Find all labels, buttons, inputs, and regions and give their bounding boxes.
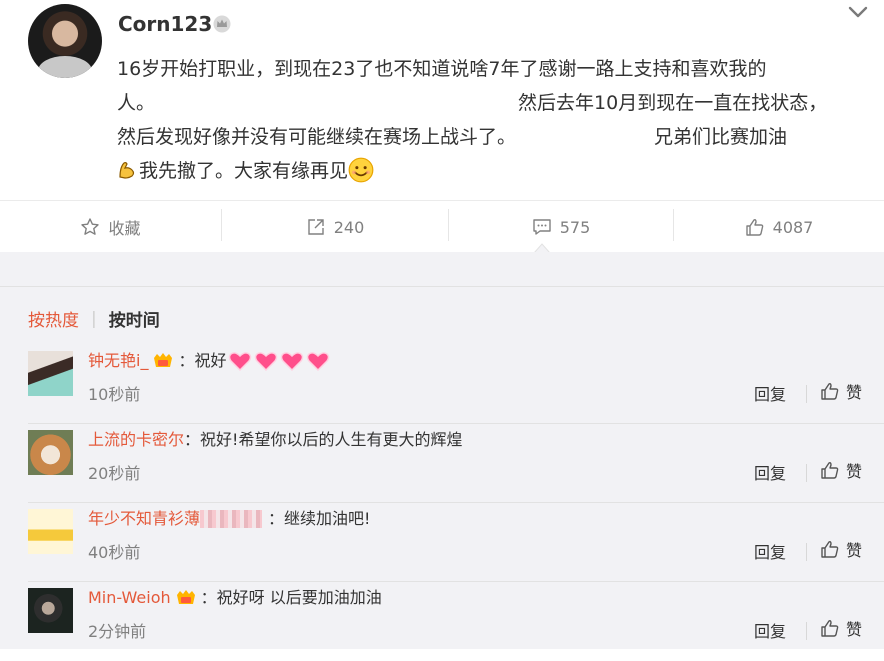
author-username[interactable]: Corn123 (118, 12, 212, 36)
comment-like-button[interactable]: 赞 (820, 537, 862, 561)
star-icon (81, 218, 100, 235)
comment-like-label: 赞 (846, 541, 863, 560)
post-text-line2a: 人。 (117, 92, 156, 114)
avatar-shirt (38, 56, 92, 78)
sort-by-hot-tab[interactable]: 按热度 (28, 306, 79, 331)
comment-colon: ： (184, 430, 201, 449)
comment-count: 575 (559, 217, 591, 237)
comment-time: 20秒前 (88, 464, 141, 483)
comment-like-button[interactable]: 赞 (820, 379, 862, 403)
sort-separator: | (91, 308, 97, 329)
comment-colon: ： (178, 351, 195, 370)
comment-content: Min-Weioh ： 祝好呀 以后要加油加油 (88, 586, 382, 610)
comment-content: 年少不知青衫薄 ： 继续加油吧! (88, 507, 370, 531)
comment-like-label: 赞 (846, 620, 863, 639)
post-text: 16岁开始打职业，到现在23了也不知道说啥7年了感谢一路上支持和喜欢我的 人。然后… (117, 52, 847, 188)
comment-icon (533, 219, 551, 235)
commenter-name[interactable]: 钟无艳i_ (88, 349, 148, 373)
sort-by-time-tab[interactable]: 按时间 (109, 306, 160, 331)
thumbs-up-icon (821, 462, 839, 479)
comment-time: 10秒前 (88, 385, 141, 404)
comment-text: 祝好 (194, 351, 227, 370)
author-avatar[interactable] (28, 4, 102, 78)
vip-badge-icon (154, 353, 173, 367)
comment-time: 40秒前 (88, 543, 141, 562)
favorite-button[interactable]: 收藏 (0, 201, 221, 253)
reply-button[interactable]: 回复 (754, 460, 786, 484)
share-button[interactable]: 240 (222, 201, 448, 253)
comment-item: 年少不知青衫薄 ： 继续加油吧! 40秒前 回复 赞 (0, 503, 884, 582)
smile-emoji-icon (348, 157, 374, 183)
commenter-avatar[interactable] (28, 509, 73, 554)
heart-emoji-icon (281, 352, 304, 372)
comment-action-divider (806, 622, 807, 640)
commenter-name[interactable]: Min-Weioh (88, 586, 171, 610)
thumbs-up-icon (745, 219, 763, 236)
heart-emoji-icon (229, 352, 252, 372)
comment-like-button[interactable]: 赞 (820, 458, 862, 482)
comment-colon: ： (268, 509, 285, 528)
comment-like-label: 赞 (846, 383, 863, 402)
comment-content: 上流的卡密尔 ： 祝好!希望你以后的人生有更大的辉煌 (88, 428, 462, 452)
comment-text: 祝好!希望你以后的人生有更大的辉煌 (200, 430, 463, 449)
like-button[interactable]: 4087 (674, 201, 884, 253)
comment-item: 钟无艳i_ ： 祝好 10秒前 回复 赞 (0, 345, 884, 424)
thumbs-up-icon (821, 620, 839, 637)
comment-like-label: 赞 (846, 462, 863, 481)
heart-emoji-icon (255, 352, 278, 372)
post-text-line2b: 然后去年10月到现在一直在找状态， (518, 92, 828, 114)
reply-button[interactable]: 回复 (754, 381, 786, 405)
post-action-bar: 收藏 240 575 4087 (0, 200, 884, 253)
commenter-avatar[interactable] (28, 351, 73, 396)
post-text-line4: 我先撤了。大家有缘再见 (139, 160, 349, 182)
commenter-name[interactable]: 上流的卡密尔 (88, 428, 184, 452)
reply-button[interactable]: 回复 (754, 539, 786, 563)
favorite-label: 收藏 (108, 219, 141, 238)
comment-item: 上流的卡密尔 ： 祝好!希望你以后的人生有更大的辉煌 20秒前 回复 赞 (0, 424, 884, 503)
crown-icon (213, 15, 231, 33)
post-text-line1: 16岁开始打职业，到现在23了也不知道说啥7年了感谢一路上支持和喜欢我的 (117, 58, 767, 80)
vip-badge-icon (176, 590, 195, 604)
comment-text: 祝好呀 以后要加油加油 (216, 588, 382, 607)
chevron-down-icon[interactable] (847, 4, 869, 20)
comment-sort-tabs: 按热度 | 按时间 (28, 306, 160, 332)
weibo-post: Corn123 16岁开始打职业，到现在23了也不知道说啥7年了感谢一路上支持和… (0, 0, 884, 200)
comment-time: 2分钟前 (88, 622, 147, 641)
comment-action-divider (806, 464, 807, 482)
comment-item: Min-Weioh ： 祝好呀 以后要加油加油 2分钟前 回复 赞 (0, 582, 884, 661)
flex-arm-emoji-icon (119, 162, 135, 179)
thumbs-up-icon (821, 383, 839, 400)
blurred-name-mask (200, 510, 263, 528)
share-icon (308, 219, 324, 235)
post-text-line3a: 然后发现好像并没有可能继续在赛场上战斗了。 (117, 126, 517, 148)
commenter-avatar[interactable] (28, 430, 73, 475)
thumbs-up-icon (821, 541, 839, 558)
reply-button[interactable]: 回复 (754, 618, 786, 642)
comments-top-divider (0, 286, 884, 287)
comment-content: 钟无艳i_ ： 祝好 (88, 349, 330, 373)
commenter-name[interactable]: 年少不知青衫薄 (88, 507, 200, 531)
commenter-avatar[interactable] (28, 588, 73, 633)
share-count: 240 (333, 217, 365, 237)
like-count: 4087 (772, 217, 814, 237)
comment-text: 继续加油吧! (284, 509, 371, 528)
comments-section: 按热度 | 按时间 钟无艳i_ ： 祝好 10秒前 回复 赞 上流的卡密尔 ： (0, 252, 884, 649)
comment-colon: ： (200, 588, 217, 607)
comment-like-button[interactable]: 赞 (820, 616, 862, 640)
comment-action-divider (806, 385, 807, 403)
heart-emoji-icon (307, 352, 330, 372)
comment-action-divider (806, 543, 807, 561)
post-text-line3b: 兄弟们比赛加油 (654, 126, 788, 148)
comment-button[interactable]: 575 (449, 201, 673, 253)
